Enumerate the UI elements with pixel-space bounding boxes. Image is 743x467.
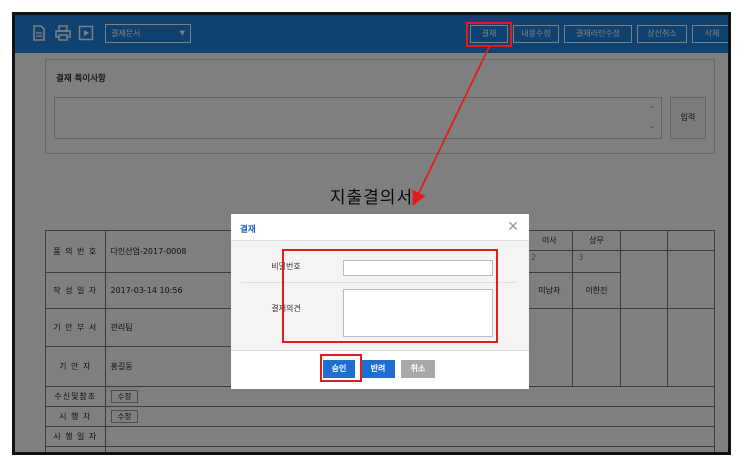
app-frame: 결재문서 ▼ 결재 내용수정 결재라인수정 상신취소 삭제 결재 특이사항 ⌃⌄… <box>12 12 731 455</box>
callout-arrow <box>412 46 490 206</box>
